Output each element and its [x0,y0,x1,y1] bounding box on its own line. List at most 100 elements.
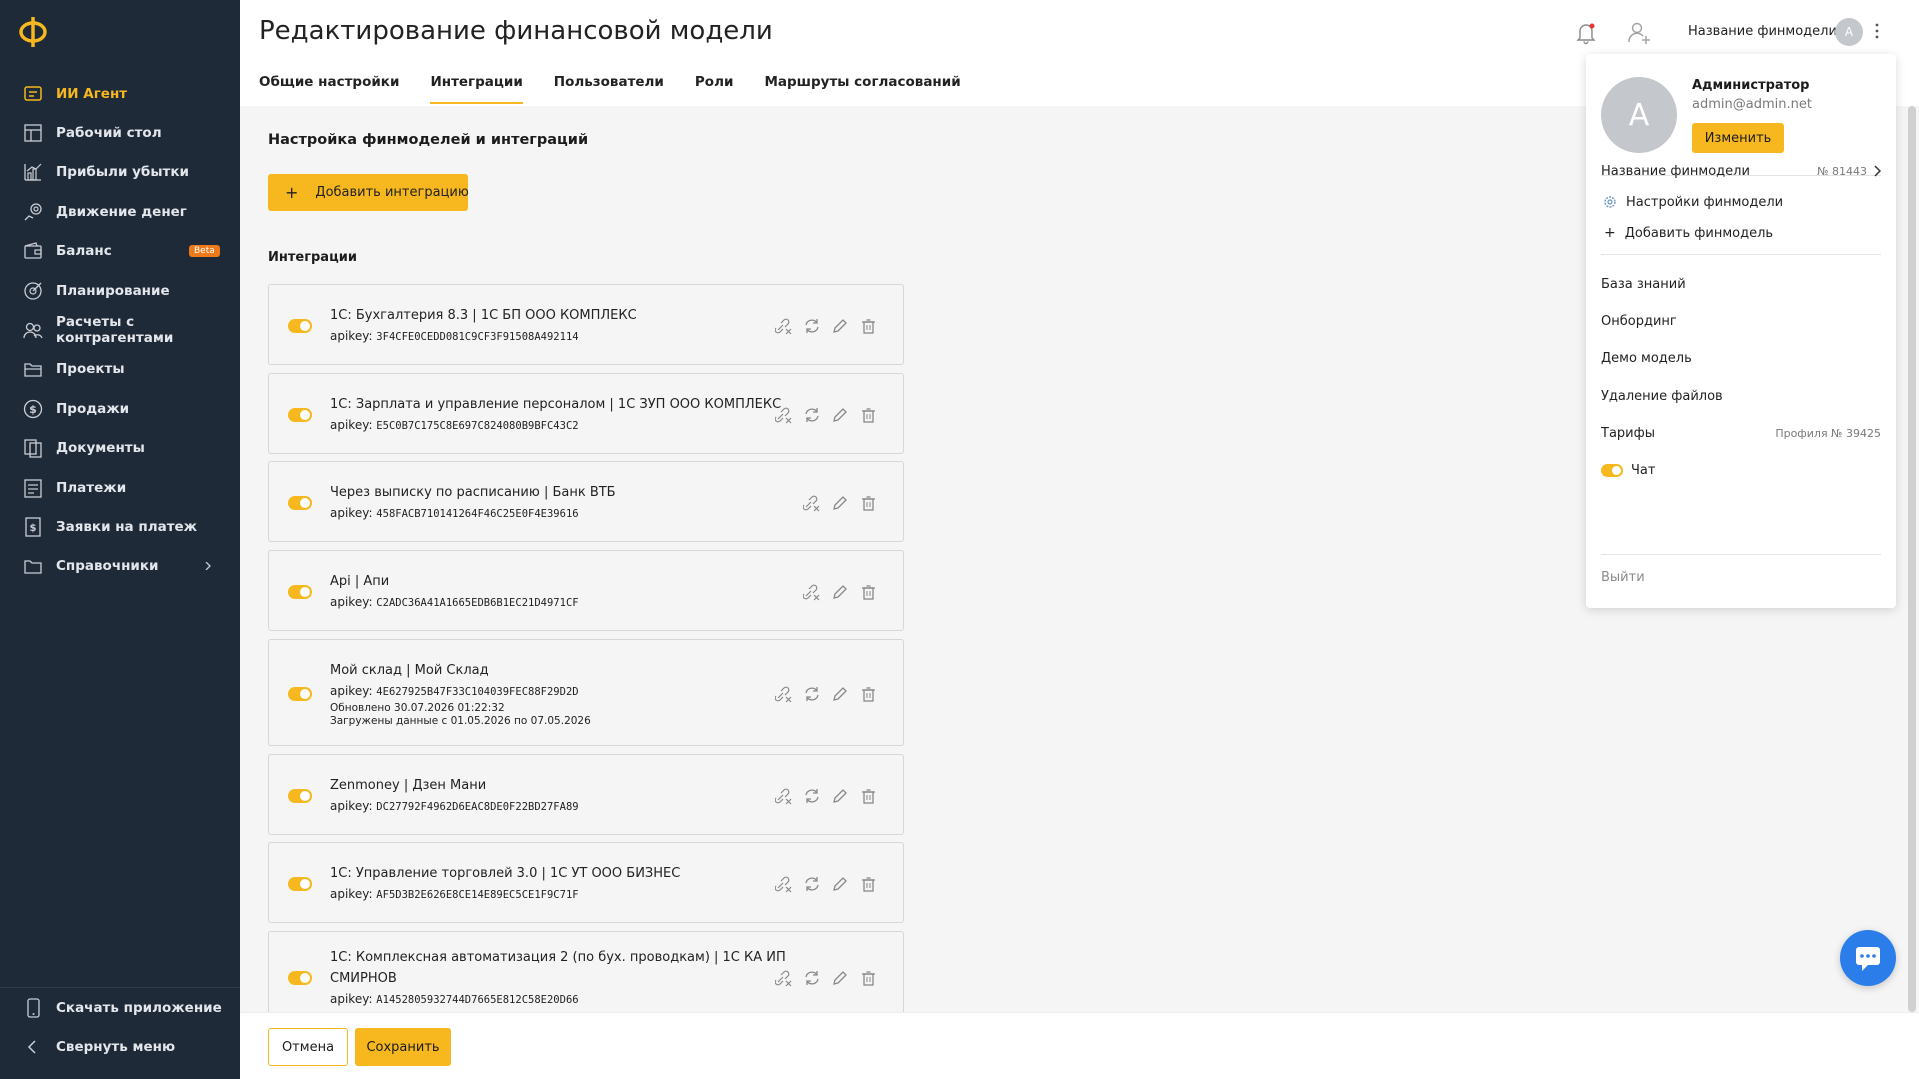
sidebar-item-label: Продажи [56,400,130,417]
unlink-icon[interactable] [775,406,793,424]
finmodel-name[interactable]: Название финмодели [1688,24,1837,39]
scrollbar[interactable] [1908,106,1916,1012]
sidebar-item-label: Платежи [56,479,127,496]
unlink-icon[interactable] [775,787,793,805]
unlink-icon[interactable] [775,685,793,703]
sync-icon[interactable] [803,875,821,893]
add-user-icon[interactable] [1626,20,1652,46]
sidebar-item-target[interactable]: Планирование [0,271,240,310]
sync-icon[interactable] [803,406,821,424]
chat-button[interactable] [1840,930,1896,986]
sidebar-item-users[interactable]: Расчеты с контрагентами [0,310,240,349]
integration-title: Через выписку по расписанию | Банк ВТБ [330,485,616,500]
tab-0[interactable]: Общие настройки [259,70,399,104]
sidebar-item-phone[interactable]: Скачать приложение [0,988,240,1027]
tab-2[interactable]: Пользователи [554,70,664,104]
apikey-value: A1452805932744D7665E812C58E20D66 [376,994,579,1006]
integration-card: Api | Апи apikey: C2ADC36A41A1665EDB6B1EC… [268,550,904,631]
sidebar-item-cashflow[interactable]: Движение денег [0,192,240,231]
unlink-icon[interactable] [803,583,821,601]
sync-icon[interactable] [803,317,821,335]
tab-1[interactable]: Интеграции [430,70,524,104]
edit-icon[interactable] [831,583,849,601]
chart-icon [24,164,42,182]
integration-toggle[interactable] [288,584,312,599]
unlink-icon[interactable] [775,317,793,335]
demo-model-item[interactable]: Демо модель [1601,347,1881,369]
logo-icon[interactable] [16,14,50,48]
integration-toggle[interactable] [288,971,312,985]
divider [1601,554,1881,555]
sidebar-item-chevron-left[interactable]: Свернуть меню [0,1027,240,1066]
trash-icon[interactable] [859,494,877,512]
sidebar-item-folder[interactable]: Проекты [0,350,240,389]
trash-icon[interactable] [859,875,877,893]
sidebar-item-catalog[interactable]: Справочники [0,547,240,586]
logout-item[interactable]: Выйти [1601,566,1881,588]
integration-toggle[interactable] [288,407,312,422]
trash-icon[interactable] [859,406,877,424]
sidebar-item-request[interactable]: $ Заявки на платеж [0,507,240,546]
sidebar-item-wallet[interactable]: Баланс Beta [0,232,240,271]
sidebar-item-label: Баланс [56,243,112,260]
tariffs-label: Тарифы [1601,425,1655,441]
delete-files-item[interactable]: Удаление файлов [1601,385,1881,407]
edit-icon[interactable] [831,875,849,893]
trash-icon[interactable] [859,685,877,703]
request-icon: $ [25,517,41,537]
chat-toggle-item[interactable]: Чат [1601,459,1881,481]
trash-icon[interactable] [859,969,877,987]
edit-icon[interactable] [831,494,849,512]
change-profile-button[interactable]: Изменить [1692,123,1784,153]
cancel-button[interactable]: Отмена [268,1028,348,1066]
sync-icon[interactable] [803,787,821,805]
sidebar-item-chart[interactable]: Прибыли убытки [0,153,240,192]
add-integration-button[interactable]: + Добавить интеграцию [268,174,469,211]
knowledge-base-item[interactable]: База знаний [1601,273,1881,295]
chevron-left-icon [27,1039,36,1054]
tab-3[interactable]: Роли [695,70,734,104]
unlink-icon[interactable] [775,969,793,987]
apikey-value: C2ADC36A41A1665EDB6B1EC21D4971CF [376,597,579,609]
edit-icon[interactable] [831,685,849,703]
edit-icon[interactable] [831,317,849,335]
integration-card: 1С: Зарплата и управление персоналом | 1… [268,373,904,454]
sync-icon[interactable] [803,969,821,987]
integration-apikey: apikey: C2ADC36A41A1665EDB6B1EC21D4971CF [330,592,579,613]
integration-toggle[interactable] [288,686,312,701]
ai-agent-icon [24,85,42,101]
unlink-icon[interactable] [775,875,793,893]
kebab-menu-icon[interactable] [1874,22,1880,40]
edit-icon[interactable] [831,406,849,424]
avatar[interactable]: А [1835,18,1863,46]
catalog-icon [24,560,42,575]
save-button[interactable]: Сохранить [355,1028,451,1066]
integration-card: 1С: Комплексная автоматизация 2 (по бух.… [268,931,904,1023]
edit-icon[interactable] [831,787,849,805]
chat-icon [1856,947,1880,971]
unlink-icon[interactable] [803,494,821,512]
sidebar-item-payments[interactable]: Платежи [0,468,240,507]
integration-toggle[interactable] [288,876,312,891]
sync-icon[interactable] [803,685,821,703]
edit-icon[interactable] [831,969,849,987]
finmodel-item[interactable]: Название финмодели № 81443 [1601,160,1881,182]
finmodel-settings-item[interactable]: Настройки финмодели [1601,191,1881,213]
sidebar-item-dashboard[interactable]: Рабочий стол [0,113,240,152]
tab-4[interactable]: Маршруты согласований [764,70,960,104]
sidebar-item-ai-agent[interactable]: ИИ Агент [0,74,240,113]
sidebar-item-dollar[interactable]: $ Продажи [0,389,240,428]
chat-toggle[interactable] [1601,463,1623,477]
bell-icon[interactable] [1573,20,1599,46]
integration-toggle[interactable] [288,318,312,333]
chat-label: Чат [1631,462,1656,478]
trash-icon[interactable] [859,583,877,601]
trash-icon[interactable] [859,787,877,805]
integration-toggle[interactable] [288,788,312,803]
integration-toggle[interactable] [288,495,312,510]
tariffs-item[interactable]: Тарифы Профиля № 39425 [1601,422,1881,444]
trash-icon[interactable] [859,317,877,335]
onboarding-item[interactable]: Онбординг [1601,310,1881,332]
add-finmodel-item[interactable]: + Добавить финмодель [1601,222,1881,244]
sidebar-item-documents[interactable]: Документы [0,429,240,468]
